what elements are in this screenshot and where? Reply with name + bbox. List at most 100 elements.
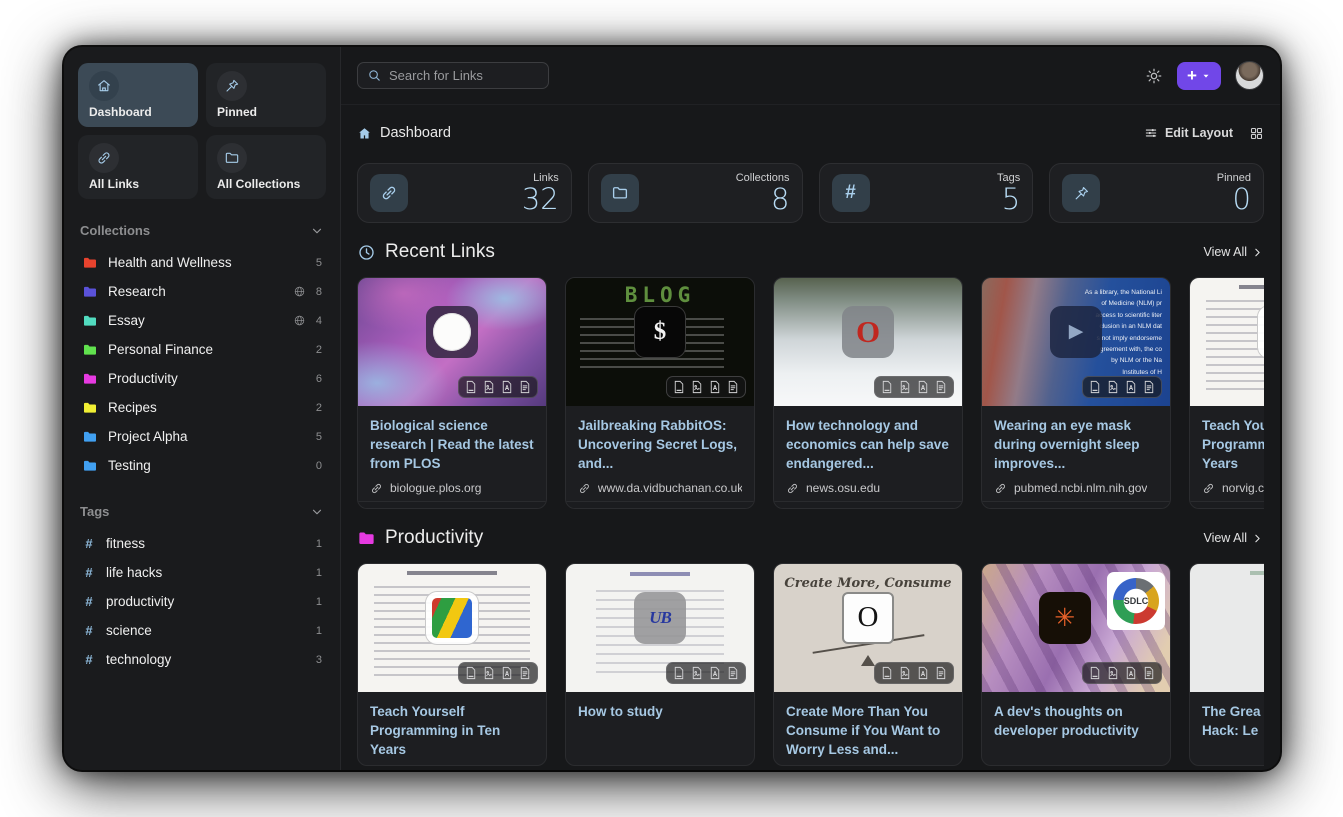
link-card-footer: Research Jul 18, 2024 (566, 501, 754, 509)
theme-toggle-sun-icon[interactable] (1145, 67, 1163, 85)
view-all-recent-button[interactable]: View All (1203, 245, 1264, 259)
readable-preview-icon (727, 666, 739, 680)
collection-item[interactable]: Research 8 (78, 277, 326, 306)
link-title: Biological science research | Read the l… (370, 416, 534, 473)
view-all-productivity-button[interactable]: View All (1203, 531, 1264, 545)
folder-icon (217, 143, 247, 173)
pdf-preview-icon (501, 380, 513, 394)
tag-item[interactable]: # science 1 (78, 616, 326, 645)
sidebar-item-all-collections[interactable]: All Collections (206, 135, 326, 199)
link-card[interactable]: Teach Yourself Programming in Ten Years (357, 563, 547, 766)
preview-format-switcher[interactable] (874, 662, 954, 684)
tag-item[interactable]: # life hacks 1 (78, 558, 326, 587)
sidebar-item-dashboard[interactable]: Dashboard (78, 63, 198, 127)
topbar: + (341, 47, 1280, 105)
folder-icon (82, 284, 98, 300)
folder-icon (601, 174, 639, 212)
folder-icon (82, 429, 98, 445)
search-input[interactable] (389, 68, 529, 83)
link-url-row: norvig.com (1202, 481, 1264, 495)
tag-item[interactable]: # productivity 1 (78, 587, 326, 616)
link-thumbnail (1190, 278, 1264, 406)
stat-card-links[interactable]: Links 32 (357, 163, 572, 223)
collection-item[interactable]: Project Alpha 5 (78, 422, 326, 451)
folder-icon (82, 313, 98, 329)
app-window: Dashboard Pinned All Links (64, 47, 1280, 770)
sliders-icon (1144, 126, 1158, 140)
collection-item[interactable]: Essay 4 (78, 306, 326, 335)
collection-item[interactable]: Productivity 6 (78, 364, 326, 393)
folder-icon (82, 458, 98, 474)
link-card-body: How technology and economics can help sa… (774, 406, 962, 501)
html-preview-icon (673, 380, 685, 394)
link-card[interactable]: Create More, Consume Less O (773, 563, 963, 766)
tag-item[interactable]: # fitness 1 (78, 529, 326, 558)
grid-view-icon[interactable] (1249, 126, 1264, 141)
link-card[interactable]: The Grea Hack: Le (1189, 563, 1264, 766)
hash-icon: # (82, 652, 96, 667)
hash-icon: # (82, 623, 96, 638)
link-card[interactable]: Teach Yourself Programming in Ten Years … (1189, 277, 1264, 509)
collection-item[interactable]: Health and Wellness 5 (78, 248, 326, 277)
preview-format-switcher[interactable] (1082, 662, 1162, 684)
pdf-preview-icon (917, 380, 929, 394)
stat-card-collections[interactable]: Collections 8 (588, 163, 803, 223)
caret-down-icon (1201, 71, 1211, 81)
collection-item[interactable]: Personal Finance 2 (78, 335, 326, 364)
sidebar-item-pinned[interactable]: Pinned (206, 63, 326, 127)
collection-item[interactable]: Testing 0 (78, 451, 326, 480)
link-card-body: Teach Yourself Programming in Ten Years (358, 692, 546, 765)
link-card-body: Create More Than You Consume if You Want… (774, 692, 962, 765)
preview-format-switcher[interactable] (666, 662, 746, 684)
link-card[interactable]: As a library, the National Li of Medicin… (981, 277, 1171, 509)
pdf-preview-icon (501, 666, 513, 680)
link-title: How technology and economics can help sa… (786, 416, 950, 473)
link-card[interactable]: BLOG $ (565, 277, 755, 509)
html-preview-icon (1089, 666, 1101, 680)
collection-count: 6 (316, 373, 322, 385)
link-thumbnail: As a library, the National Li of Medicin… (982, 278, 1170, 406)
search-icon (367, 68, 382, 83)
tags-section-header[interactable]: Tags (80, 504, 324, 519)
link-card-body: Wearing an eye mask during overnight sle… (982, 406, 1170, 501)
avatar[interactable] (1235, 61, 1264, 90)
link-card[interactable]: UB How to study (565, 563, 755, 766)
link-card-body: Biological science research | Read the l… (358, 406, 546, 501)
globe-icon (293, 285, 306, 298)
tag-count: 1 (316, 567, 322, 579)
collection-count: 0 (316, 460, 322, 472)
preview-format-switcher[interactable] (874, 376, 954, 398)
collections-section-header[interactable]: Collections (80, 223, 324, 238)
pdf-preview-icon (709, 380, 721, 394)
tag-item[interactable]: # technology 3 (78, 645, 326, 674)
link-card[interactable]: SDLC ✳ (981, 563, 1171, 766)
link-title: The Grea Hack: Le (1202, 702, 1264, 740)
collection-item[interactable]: Recipes 2 (78, 393, 326, 422)
edit-layout-button[interactable]: Edit Layout (1144, 126, 1233, 140)
sidebar-item-label: Dashboard (89, 105, 187, 119)
stat-card-pinned[interactable]: Pinned 0 (1049, 163, 1264, 223)
sidebar-item-all-links[interactable]: All Links (78, 135, 198, 199)
section-title: Recent Links (385, 241, 495, 263)
productivity-links-row: Teach Yourself Programming in Ten Years (357, 563, 1264, 766)
preview-format-switcher[interactable] (666, 376, 746, 398)
stat-value: 8 (736, 185, 790, 214)
stat-value: 5 (997, 185, 1020, 214)
stat-card-tags[interactable]: # Tags 5 (819, 163, 1034, 223)
preview-format-switcher[interactable] (458, 376, 538, 398)
search-box[interactable] (357, 62, 549, 89)
link-card[interactable]: Biological science research | Read the l… (357, 277, 547, 509)
link-card[interactable]: O How technology and econom (773, 277, 963, 509)
hash-icon: # (82, 536, 96, 551)
add-new-button[interactable]: + (1177, 62, 1221, 90)
tag-name: life hacks (106, 565, 306, 580)
link-icon (1202, 482, 1215, 495)
screenshot-preview-icon (1107, 380, 1119, 394)
preview-format-switcher[interactable] (458, 662, 538, 684)
hash-icon: # (82, 594, 96, 609)
pin-icon (1062, 174, 1100, 212)
preview-format-switcher[interactable] (1082, 376, 1162, 398)
readable-preview-icon (519, 380, 531, 394)
chevron-right-icon (1251, 532, 1264, 545)
link-url: norvig.com (1222, 481, 1264, 495)
